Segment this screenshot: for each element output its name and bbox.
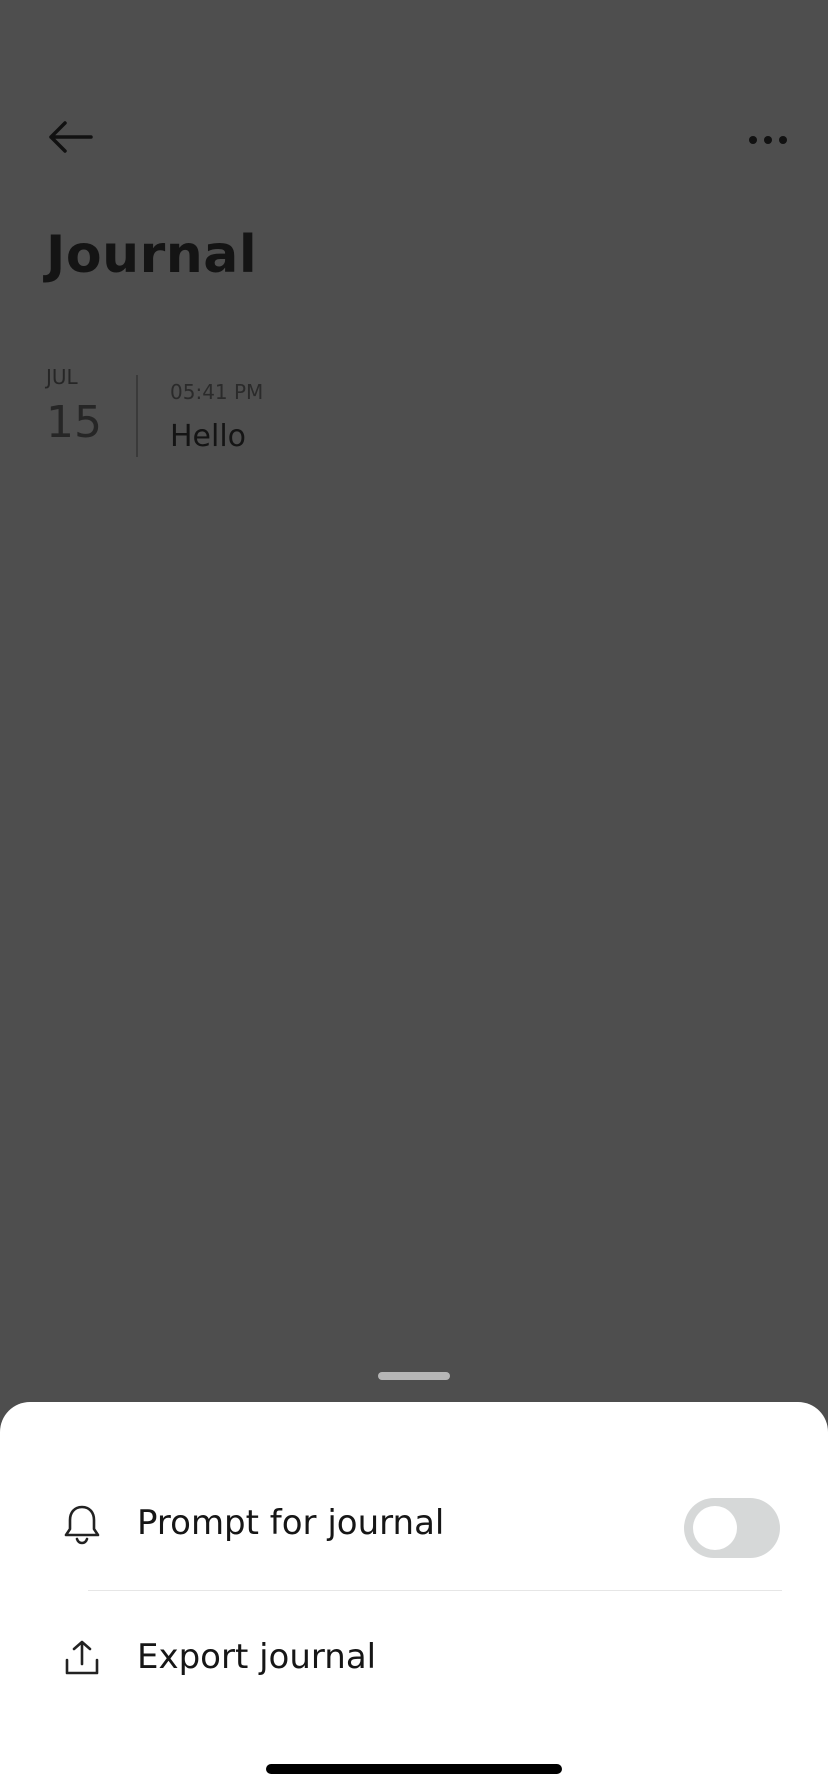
more-options-button[interactable]: [740, 112, 796, 168]
bottom-sheet: Prompt for journal Export journal: [0, 1402, 828, 1792]
entry-time: 05:41 PM: [170, 380, 264, 404]
sheet-drag-handle[interactable]: [378, 1372, 450, 1380]
entry-day: 15: [46, 397, 102, 448]
entry-divider: [136, 375, 138, 457]
prompt-for-journal-toggle[interactable]: [684, 1498, 780, 1558]
entry-text: Hello: [170, 419, 247, 454]
export-journal-label: Export journal: [137, 1637, 377, 1677]
journal-entry[interactable]: JUL 15 05:41 PM Hello: [46, 365, 766, 457]
more-horizontal-icon: [749, 136, 787, 144]
export-journal-row[interactable]: Export journal: [0, 1604, 828, 1714]
bell-icon: [60, 1502, 104, 1546]
export-icon: [60, 1636, 104, 1680]
toggle-knob: [693, 1506, 737, 1550]
prompt-for-journal-label: Prompt for journal: [137, 1503, 445, 1543]
entry-month: JUL: [46, 365, 78, 389]
journal-screen: Journal JUL 15 05:41 PM Hello Prompt for…: [0, 0, 828, 1792]
page-title: Journal: [46, 225, 258, 285]
arrow-left-icon: [49, 121, 93, 153]
back-button[interactable]: [40, 112, 100, 162]
row-separator: [88, 1590, 782, 1591]
home-indicator: [266, 1764, 562, 1774]
prompt-for-journal-row[interactable]: Prompt for journal: [0, 1470, 828, 1580]
